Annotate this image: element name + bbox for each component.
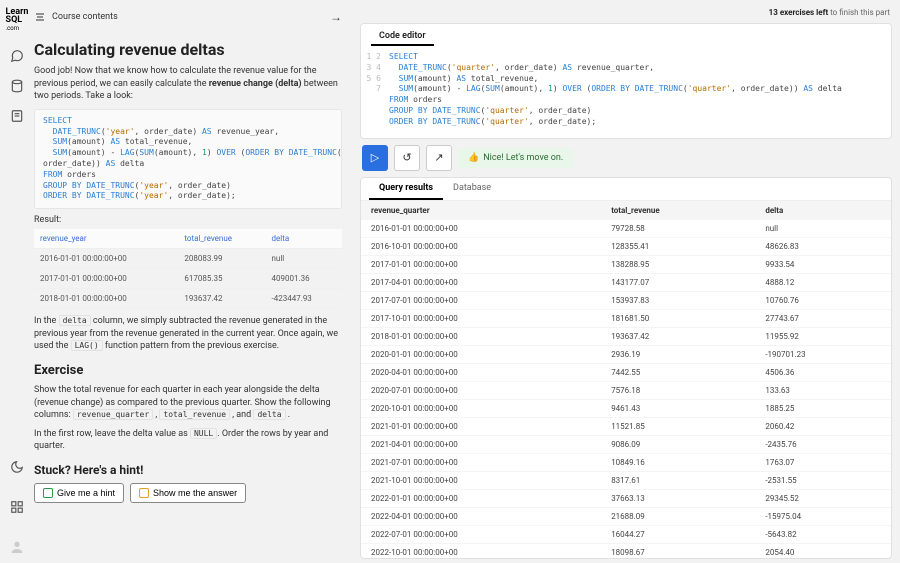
answer-button[interactable]: Show me the answer [130,483,246,503]
stuck-heading: Stuck? Here's a hint! [34,463,342,477]
line-gutter: 1 2 3 4 5 6 7 [361,52,389,128]
next-icon[interactable]: → [330,10,342,24]
table-row: 2017-01-01 00:00:00+00617085.35409001.36 [34,269,342,289]
table-row: 2016-10-01 00:00:00+00128355.4148626.83 [361,237,891,255]
logo-sub: .com [6,25,19,32]
theme-icon[interactable] [9,459,25,475]
exercise-heading: Exercise [34,363,342,378]
logo[interactable]: Learn SQL .com [4,6,31,34]
result-label: Result: [34,215,342,225]
reset-button[interactable]: ↺ [394,145,420,171]
hint-button[interactable]: Give me a hint [34,483,124,503]
query-results-table: revenue_quartertotal_revenuedelta 2016-0… [361,201,891,558]
table-row: 2022-01-01 00:00:00+0037663.1329345.52 [361,489,891,507]
tab-database[interactable]: Database [443,178,501,200]
qr-col: revenue_quarter [361,201,601,220]
progress-status: 13 exercises left to finish this part [360,6,892,17]
app-root: Learn SQL .com Course contents → Calcula… [0,0,900,563]
toc-label: Course contents [52,12,118,22]
table-row: 2020-07-01 00:00:00+007576.18133.63 [361,381,891,399]
db-icon[interactable] [9,78,25,94]
code-area[interactable]: 1 2 3 4 5 6 7 SELECT DATE_TRUNC('quarter… [361,46,891,138]
result-tabs: Query results Database [361,178,891,201]
results-card: Query results Database revenue_quarterto… [360,177,892,559]
table-row: 2022-04-01 00:00:00+0021688.09-15975.04 [361,507,891,525]
sql-example: SELECT DATE_TRUNC('year', order_date) AS… [34,109,342,209]
table-row: 2022-10-01 00:00:00+0018098.672054.40 [361,543,891,558]
logo-text-2: SQL [6,15,23,25]
code-editor-card: Code editor 1 2 3 4 5 6 7 SELECT DATE_TR… [360,23,892,139]
result-col: delta [266,229,342,249]
table-row: 2016-01-01 00:00:00+0079728.58null [361,220,891,238]
qr-col: total_revenue [601,201,755,220]
thumb-icon: 👍 [468,153,479,163]
result-table: revenue_yeartotal_revenuedelta 2016-01-0… [34,229,342,309]
table-row: 2020-10-01 00:00:00+009461.431885.25 [361,399,891,417]
run-button[interactable]: ▷ [362,145,388,171]
lesson-panel: Course contents → Calculating revenue de… [34,0,354,563]
intro-text: Good job! Now that we know how to calcul… [34,65,342,103]
results-scroll[interactable]: revenue_quartertotal_revenuedelta 2016-0… [361,201,891,558]
table-row: 2016-01-01 00:00:00+00208083.99null [34,249,342,269]
editor-tab: Code editor [361,24,891,46]
share-button[interactable]: ↗ [426,145,452,171]
table-row: 2021-04-01 00:00:00+009086.09-2435.76 [361,435,891,453]
editor-panel: 13 exercises left to finish this part Co… [354,0,900,563]
qr-col: delta [755,201,891,220]
notes-icon[interactable] [9,108,25,124]
hint-row: Give me a hint Show me the answer [34,483,342,503]
toc-button[interactable]: Course contents [34,11,118,23]
table-row: 2017-04-01 00:00:00+00143177.074888.12 [361,273,891,291]
menu-icon[interactable] [9,499,25,515]
list-icon [34,11,46,23]
table-row: 2018-01-01 00:00:00+00193637.4211955.92 [361,327,891,345]
table-row: 2021-10-01 00:00:00+008317.61-2531.55 [361,471,891,489]
result-col: revenue_year [34,229,178,249]
panel-header: Course contents → [34,0,342,32]
table-row: 2020-04-01 00:00:00+007442.554506.36 [361,363,891,381]
result-col: total_revenue [178,229,265,249]
answer-icon [139,488,149,498]
table-row: 2022-07-01 00:00:00+0016044.27-5643.82 [361,525,891,543]
explain-text: In the delta column, we simply subtracte… [34,315,342,353]
avatar[interactable] [9,539,25,555]
table-row: 2017-01-01 00:00:00+00138288.959933.54 [361,255,891,273]
page-title: Calculating revenue deltas [34,40,342,59]
table-row: 2021-01-01 00:00:00+0011521.852060.42 [361,417,891,435]
run-row: ▷ ↺ ↗ 👍Nice! Let's move on. [360,145,892,171]
table-row: 2021-07-01 00:00:00+0010849.161763.07 [361,453,891,471]
nav-rail: Learn SQL .com [0,0,34,563]
table-row: 2017-10-01 00:00:00+00181681.5027743.67 [361,309,891,327]
tab-query-results[interactable]: Query results [369,178,443,200]
exercise-text-2: In the first row, leave the delta value … [34,428,342,453]
hint-icon [43,488,53,498]
table-row: 2017-07-01 00:00:00+00153937.8310760.76 [361,291,891,309]
chat-icon[interactable] [9,48,25,64]
table-row: 2018-01-01 00:00:00+00193637.42-423447.9… [34,289,342,309]
feedback-pill: 👍Nice! Let's move on. [458,148,573,168]
code-lines[interactable]: SELECT DATE_TRUNC('quarter', order_date)… [389,52,842,128]
table-row: 2020-01-01 00:00:00+002936.19-190701.23 [361,345,891,363]
exercise-text: Show the total revenue for each quarter … [34,384,342,422]
